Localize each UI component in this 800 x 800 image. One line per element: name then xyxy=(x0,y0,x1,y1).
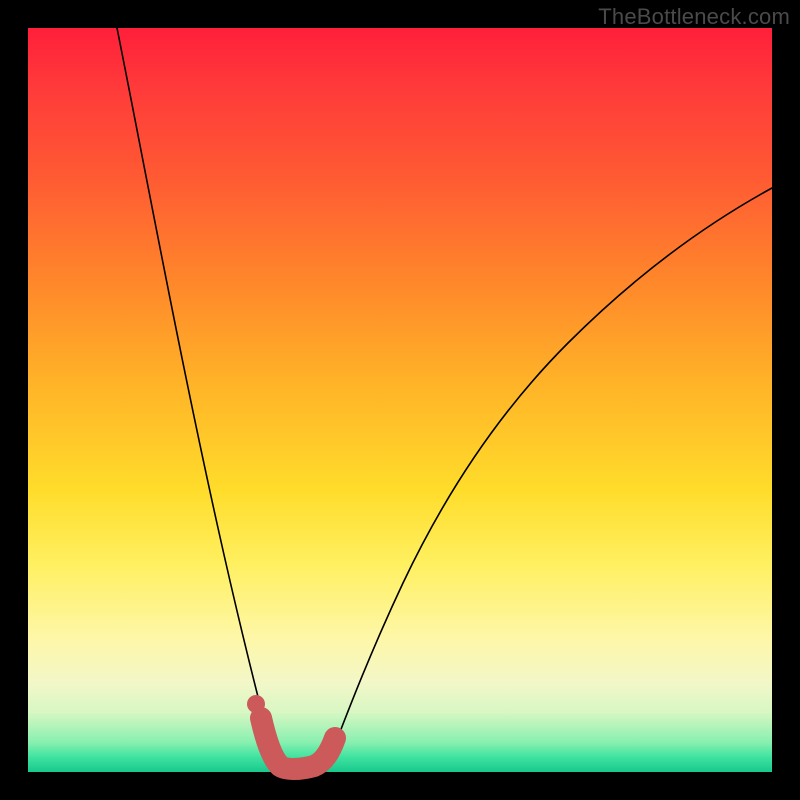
plot-area xyxy=(28,28,772,772)
chart-svg xyxy=(28,28,772,772)
curve-highlight-valley xyxy=(261,718,335,769)
chart-frame: TheBottleneck.com xyxy=(0,0,800,800)
curve-left xyxy=(117,28,278,768)
highlight-dot xyxy=(247,695,265,713)
watermark-text: TheBottleneck.com xyxy=(598,4,790,30)
curve-right xyxy=(326,188,772,768)
